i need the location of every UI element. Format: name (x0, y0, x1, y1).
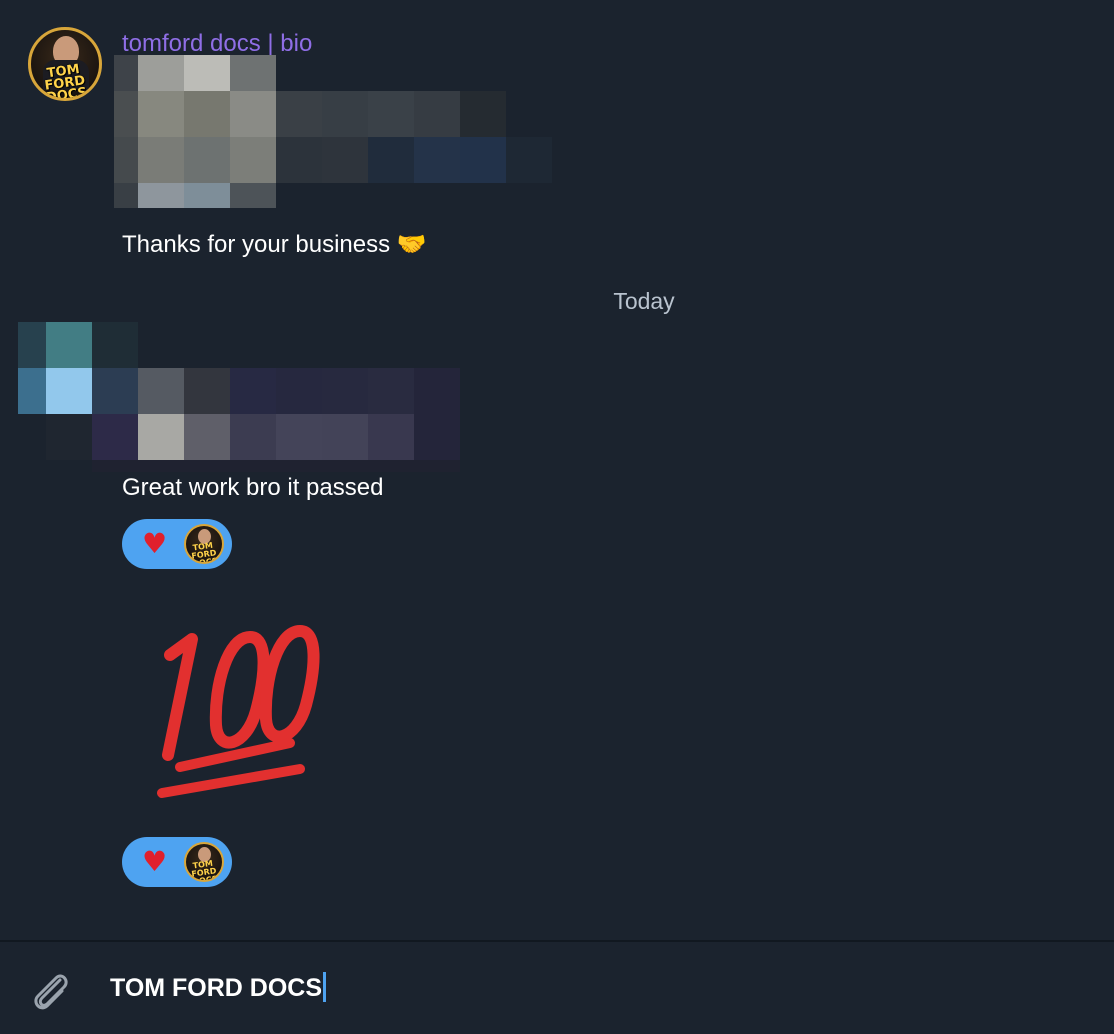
reaction-chip[interactable]: ♥ TOM FORD DOCS (122, 519, 232, 569)
sender-avatar[interactable]: TOM FORD DOCS (28, 27, 102, 101)
chat-history: TOM FORD DOCS tomford docs | bio Thanks … (0, 0, 1114, 940)
reaction-chip[interactable]: ♥ TOM FORD DOCS (122, 837, 232, 887)
sender-name[interactable]: tomford docs | bio (122, 30, 312, 58)
paperclip-icon[interactable] (26, 966, 74, 1014)
message-input[interactable]: TOM FORD DOCS (110, 972, 327, 1003)
date-separator-label: Today (613, 288, 675, 314)
redacted-image-1 (114, 55, 554, 208)
message-text: Thanks for your business 🤝 (122, 231, 427, 258)
avatar-logo-text: TOM FORD DOCS (43, 61, 88, 101)
hundred-icon (157, 625, 320, 798)
redacted-image-2 (18, 322, 460, 472)
reactor-avatar: TOM FORD DOCS (184, 842, 224, 882)
heart-icon: ♥ (142, 845, 168, 878)
message-text: Great work bro it passed (122, 474, 384, 501)
heart-icon: ♥ (142, 527, 168, 560)
message-composer: TOM FORD DOCS (0, 940, 1114, 1034)
date-separator: Today (0, 288, 1114, 315)
text-caret (323, 972, 327, 1002)
reactor-avatar: TOM FORD DOCS (184, 524, 224, 564)
hundred-points-sticker[interactable] (150, 615, 330, 805)
